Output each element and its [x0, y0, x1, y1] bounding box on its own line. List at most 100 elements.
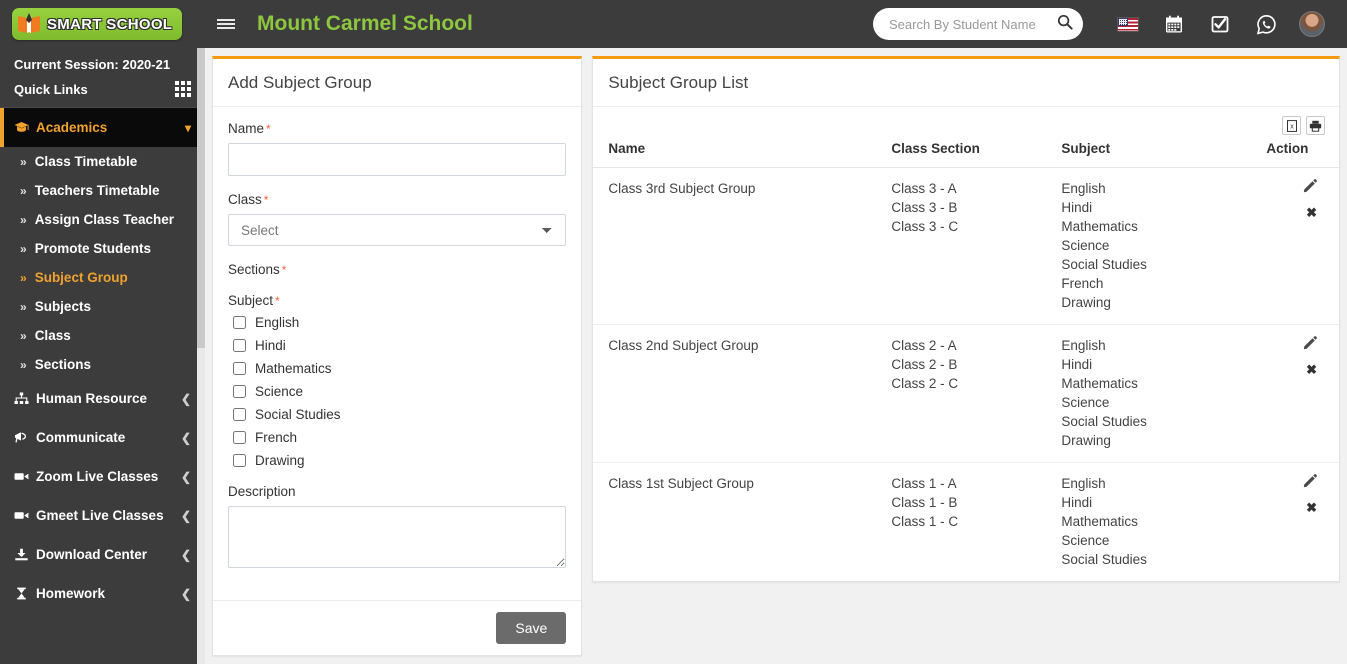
subject-checkbox-label[interactable]: English: [255, 315, 299, 330]
subject-checkbox-french[interactable]: [233, 431, 246, 444]
sidebar-item-sections[interactable]: » Sections: [0, 350, 205, 379]
app-logo[interactable]: SMART SCHOOL: [12, 8, 183, 40]
table-body: Class 3rd Subject Group Class 3 - A Clas…: [593, 167, 1339, 582]
sidebar-scrollbar-thumb[interactable]: [197, 48, 205, 348]
description-field-group: Description: [228, 484, 567, 573]
subject-checkbox-english[interactable]: [233, 316, 246, 329]
delete-icon[interactable]: ✖: [1306, 500, 1317, 515]
sidebar-group-human-resource[interactable]: Human Resource ❮: [0, 379, 205, 418]
subject-item: Hindi: [1061, 357, 1093, 372]
save-button[interactable]: Save: [496, 612, 567, 644]
cell-class-sections: Class 3 - A Class 3 - B Class 3 - C: [883, 167, 1054, 325]
current-session-label: Current Session: 2020-21: [14, 57, 171, 72]
subject-checkbox-label[interactable]: Mathematics: [255, 361, 332, 376]
chevron-right-icon: »: [20, 270, 27, 285]
section-item: Class 1 - B: [891, 495, 958, 510]
subject-checkbox-row[interactable]: Drawing: [228, 453, 566, 468]
subject-item: Social Studies: [1061, 552, 1147, 567]
sidebar-nav: Academics ▾ » Class Timetable » Teachers…: [0, 108, 205, 613]
chevron-down-icon[interactable]: ▾: [185, 121, 191, 135]
search-icon[interactable]: [1057, 14, 1073, 35]
chevron-left-icon[interactable]: ❮: [181, 587, 191, 601]
subject-item: Social Studies: [1061, 257, 1147, 272]
download-icon: [14, 548, 36, 561]
chevron-left-icon[interactable]: ❮: [181, 431, 191, 445]
sidebar: Current Session: 2020-21 Quick Links Aca…: [0, 48, 205, 664]
subject-checkbox-social-studies[interactable]: [233, 408, 246, 421]
chevron-left-icon[interactable]: ❮: [181, 509, 191, 523]
language-flag-icon[interactable]: [1105, 0, 1151, 48]
export-excel-button[interactable]: x: [1282, 116, 1301, 135]
sections-field-group: Sections *: [228, 262, 566, 277]
subject-item: Mathematics: [1061, 514, 1138, 529]
subject-checkbox-label[interactable]: Social Studies: [255, 407, 341, 422]
delete-icon[interactable]: ✖: [1306, 362, 1317, 377]
subject-checkbox-row[interactable]: French: [228, 430, 566, 445]
cell-subjects: English Hindi Mathematics Science Social…: [1053, 324, 1259, 463]
column-header-class-section: Class Section: [883, 135, 1054, 168]
subject-item: Social Studies: [1061, 414, 1147, 429]
table-header-row: Name Class Section Subject Action: [593, 135, 1339, 168]
edit-icon[interactable]: [1266, 474, 1317, 493]
edit-icon[interactable]: [1266, 336, 1317, 355]
sidebar-item-promote-students[interactable]: » Promote Students: [0, 234, 205, 263]
required-marker: *: [263, 193, 269, 207]
sidebar-item-subjects[interactable]: » Subjects: [0, 292, 205, 321]
subject-checkbox-row[interactable]: Hindi: [228, 338, 566, 353]
top-header-bar: SMART SCHOOL Mount Carmel School: [0, 0, 1347, 48]
subject-checkbox-label[interactable]: Drawing: [255, 453, 305, 468]
subject-checkbox-label[interactable]: Hindi: [255, 338, 286, 353]
calendar-icon[interactable]: [1151, 0, 1197, 48]
subject-checkbox-hindi[interactable]: [233, 339, 246, 352]
delete-icon[interactable]: ✖: [1306, 205, 1317, 220]
hamburger-icon[interactable]: [209, 0, 243, 48]
table-header: Name Class Section Subject Action: [593, 135, 1339, 168]
sidebar-group-label: Homework: [36, 586, 106, 601]
class-field-group: Class * Select: [228, 192, 567, 246]
chevron-left-icon[interactable]: ❮: [181, 392, 191, 406]
subject-item: English: [1061, 476, 1106, 491]
sidebar-group-communicate[interactable]: Communicate ❮: [0, 418, 205, 457]
subject-checkbox-label[interactable]: French: [255, 430, 297, 445]
sidebar-group-academics[interactable]: Academics ▾ » Class Timetable » Teachers…: [0, 108, 205, 379]
grid-icon[interactable]: [175, 81, 191, 97]
video-camera-icon: [14, 509, 36, 522]
subject-checkbox-row[interactable]: Mathematics: [228, 361, 566, 376]
sidebar-group-homework[interactable]: Homework ❮: [0, 574, 205, 613]
subject-checkbox-row[interactable]: Science: [228, 384, 566, 399]
sidebar-item-assign-class-teacher[interactable]: » Assign Class Teacher: [0, 205, 205, 234]
subject-checkbox-science[interactable]: [233, 385, 246, 398]
chevron-left-icon[interactable]: ❮: [181, 548, 191, 562]
checkbox-task-icon[interactable]: [1197, 0, 1243, 48]
whatsapp-icon[interactable]: [1243, 0, 1289, 48]
sidebar-group-label: Gmeet Live Classes: [36, 508, 164, 523]
chevron-left-icon[interactable]: ❮: [181, 470, 191, 484]
cell-subjects: English Hindi Mathematics Science Social…: [1053, 167, 1259, 325]
subject-checkbox-row[interactable]: Social Studies: [228, 407, 566, 422]
sidebar-group-zoom-live-classes[interactable]: Zoom Live Classes ❮: [0, 457, 205, 496]
edit-icon[interactable]: [1266, 179, 1317, 198]
sidebar-item-label: Assign Class Teacher: [34, 212, 174, 227]
search-input[interactable]: [887, 15, 1057, 33]
required-marker: *: [281, 263, 287, 277]
sidebar-item-class[interactable]: » Class: [0, 321, 205, 350]
name-input[interactable]: [228, 143, 567, 176]
class-select[interactable]: Select: [228, 214, 567, 246]
cell-group-name: Class 2nd Subject Group: [593, 324, 884, 463]
description-textarea[interactable]: [228, 506, 567, 568]
sidebar-item-class-timetable[interactable]: » Class Timetable: [0, 147, 205, 176]
search-box[interactable]: [873, 8, 1083, 40]
subject-checkbox-label[interactable]: Science: [255, 384, 303, 399]
sidebar-group-download-center[interactable]: Download Center ❮: [0, 535, 205, 574]
sidebar-scrollbar[interactable]: [197, 48, 205, 664]
form-body: Name * Class * Select Sections * Subject…: [213, 107, 581, 600]
print-button[interactable]: [1306, 116, 1325, 135]
subject-checkbox-row[interactable]: English: [228, 315, 566, 330]
sidebar-item-teachers-timetable[interactable]: » Teachers Timetable: [0, 176, 205, 205]
subject-checkbox-mathematics[interactable]: [233, 362, 246, 375]
subject-group-table: Name Class Section Subject Action Class …: [593, 135, 1339, 581]
sidebar-item-subject-group[interactable]: » Subject Group: [0, 263, 205, 292]
avatar[interactable]: [1289, 0, 1335, 48]
sidebar-group-gmeet-live-classes[interactable]: Gmeet Live Classes ❮: [0, 496, 205, 535]
subject-checkbox-drawing[interactable]: [233, 454, 246, 467]
